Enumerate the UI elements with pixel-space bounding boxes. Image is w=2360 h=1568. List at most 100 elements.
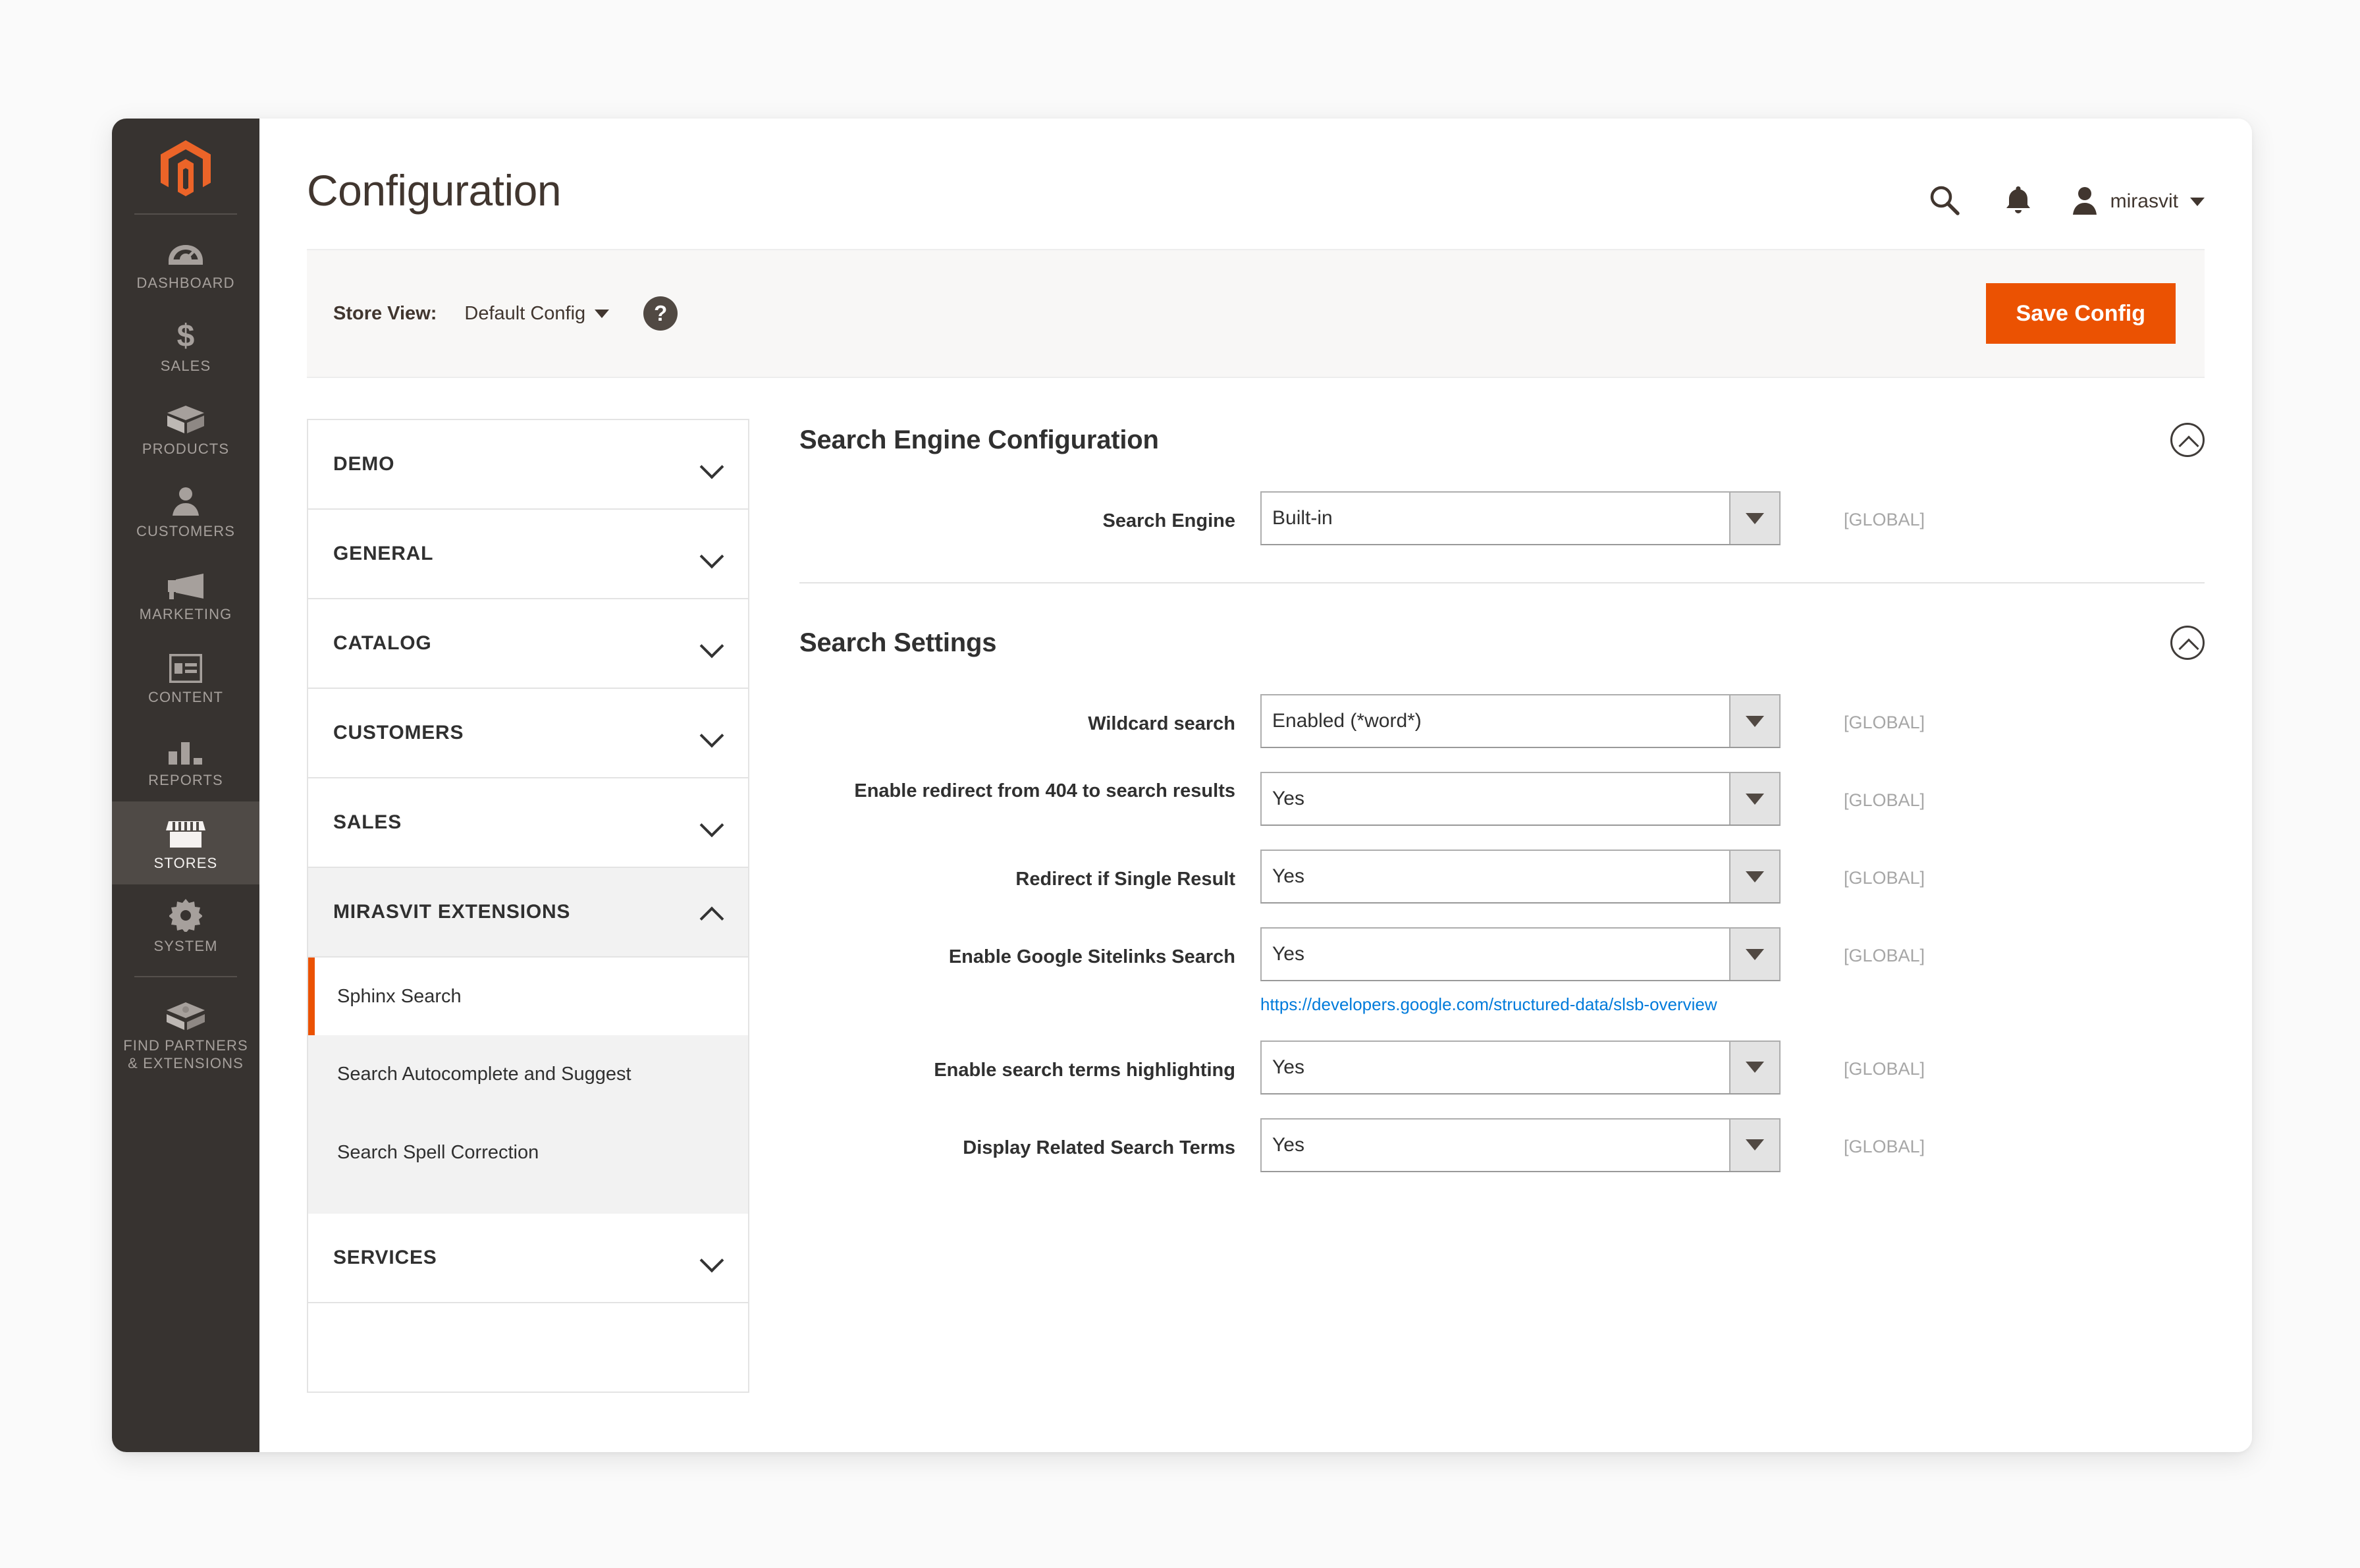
sidebar-item-label: FIND PARTNERS & EXTENSIONS: [123, 1037, 248, 1072]
sidebar-item-products[interactable]: PRODUCTS: [112, 387, 259, 470]
sidebar-item-system[interactable]: SYSTEM: [112, 884, 259, 967]
chevron-down-icon: [701, 1247, 723, 1269]
notifications-button[interactable]: [1981, 175, 2055, 228]
config-subitem-sphinx-search[interactable]: Sphinx Search: [308, 958, 748, 1036]
field-label: Enable Google Sitelinks Search: [948, 946, 1235, 967]
dollar-sign-icon: $: [116, 317, 255, 352]
field-row-enable-search-terms-highlighting: Enable search terms highlighting Yes [GL…: [799, 1040, 2205, 1095]
store-view-bar: Store View: Default Config ? Save Config: [307, 249, 2205, 378]
redirect-single-result-select[interactable]: Yes: [1260, 850, 1781, 904]
field-row-wildcard-search: Wildcard search Enabled (*word*) [GLOBAL…: [799, 694, 2205, 748]
layout-icon: [116, 649, 255, 684]
header-actions: mirasvit: [1908, 157, 2205, 228]
config-section-services[interactable]: SERVICES: [308, 1213, 748, 1303]
field-scope: [GLOBAL]: [1844, 1136, 1925, 1156]
config-section-demo[interactable]: DEMO: [308, 420, 748, 510]
config-section-label: GENERAL: [333, 543, 434, 564]
config-section-label: SERVICES: [333, 1246, 437, 1268]
fieldset-body: Wildcard search Enabled (*word*) [GLOBAL…: [799, 660, 2205, 1172]
megaphone-icon: [116, 566, 255, 600]
fieldset-title: Search Engine Configuration: [799, 425, 1159, 454]
chevron-down-icon: [595, 309, 610, 318]
field-label: Enable search terms highlighting: [934, 1059, 1235, 1081]
config-section-label: DEMO: [333, 453, 395, 475]
field-control: Built-in: [1260, 491, 1781, 545]
config-subitem-label: Sphinx Search: [337, 986, 462, 1007]
chevron-up-circle-icon[interactable]: [2170, 423, 2205, 457]
sidebar-item-find-partners-extensions[interactable]: FIND PARTNERS & EXTENSIONS: [112, 984, 259, 1085]
field-label: Enable redirect from 404 to search resul…: [854, 780, 1235, 801]
gear-icon: [116, 898, 255, 932]
config-section-catalog[interactable]: CATALOG: [308, 599, 748, 689]
section-divider: [799, 582, 2205, 583]
chevron-down-icon: [1729, 1041, 1779, 1093]
field-control: Yes: [1260, 1118, 1781, 1172]
sidebar-item-label: CUSTOMERS: [136, 523, 236, 540]
config-section-mirasvit-extensions[interactable]: MIRASVIT EXTENSIONS: [308, 868, 748, 958]
save-config-button[interactable]: Save Config: [1985, 283, 2176, 344]
field-control: Yes https://developers.google.com/struct…: [1260, 927, 1781, 1017]
person-icon: [116, 483, 255, 517]
main-region: Configuration mirasvit Store View: Defau…: [259, 119, 2252, 1452]
sidebar-item-stores[interactable]: STORES: [112, 801, 259, 884]
config-navigation: DEMO GENERAL CATALOG CUSTOMERS SALES MIR…: [307, 419, 749, 1393]
sidebar-item-dashboard[interactable]: DASHBOARD: [112, 221, 259, 304]
page-header: Configuration mirasvit: [259, 119, 2252, 249]
sidebar-item-marketing[interactable]: MARKETING: [112, 553, 259, 635]
config-section-general[interactable]: GENERAL: [308, 510, 748, 599]
chevron-down-icon: [1729, 929, 1779, 980]
field-scope: [GLOBAL]: [1844, 790, 1925, 810]
field-scope: [GLOBAL]: [1844, 868, 1925, 888]
field-scope: [GLOBAL]: [1844, 946, 1925, 965]
field-label: Redirect if Single Result: [1015, 869, 1235, 890]
search-engine-select[interactable]: Built-in: [1260, 491, 1781, 545]
sidebar-item-label: STORES: [153, 854, 218, 871]
select-value: Yes: [1272, 788, 1304, 809]
select-value: Yes: [1272, 865, 1304, 887]
config-section-label: SALES: [333, 811, 402, 833]
config-subitem-label: Search Spell Correction: [337, 1141, 539, 1163]
sidebar-item-reports[interactable]: REPORTS: [112, 718, 259, 801]
sidebar-item-sales[interactable]: $ SALES: [112, 304, 259, 387]
sidebar-item-label: REPORTS: [148, 771, 223, 788]
fieldset-header[interactable]: Search Engine Configuration: [799, 419, 2205, 457]
field-row-search-engine: Search Engine Built-in [GLOBAL]: [799, 491, 2205, 545]
search-button[interactable]: [1908, 175, 1981, 228]
config-section-customers[interactable]: CUSTOMERS: [308, 689, 748, 778]
google-sitelinks-select[interactable]: Yes: [1260, 927, 1781, 981]
chevron-down-icon: [1729, 851, 1779, 902]
help-icon[interactable]: ?: [643, 296, 678, 331]
field-scope: [GLOBAL]: [1844, 1058, 1925, 1079]
select-value: Yes: [1272, 1133, 1304, 1156]
config-subitem-search-spell-correction[interactable]: Search Spell Correction: [308, 1114, 748, 1191]
magento-logo[interactable]: [112, 133, 259, 204]
field-row-redirect-if-single-result: Redirect if Single Result Yes [GLOBAL]: [799, 850, 2205, 904]
search-terms-highlighting-select[interactable]: Yes: [1260, 1040, 1781, 1095]
sidebar-item-customers[interactable]: CUSTOMERS: [112, 470, 259, 553]
partners-box-icon: [116, 997, 255, 1031]
config-section-sales[interactable]: SALES: [308, 778, 748, 868]
store-view-switcher[interactable]: Default Config: [464, 302, 610, 325]
fieldset-header[interactable]: Search Settings: [799, 622, 2205, 660]
nav-divider-lower: [134, 976, 237, 978]
chevron-down-icon: [1729, 773, 1779, 825]
field-label: Display Related Search Terms: [963, 1137, 1235, 1158]
field-control: Enabled (*word*): [1260, 694, 1781, 748]
config-subsection-list: Sphinx Search Search Autocomplete and Su…: [308, 958, 748, 1214]
store-view-value: Default Config: [464, 302, 586, 324]
field-control: Yes: [1260, 1040, 1781, 1095]
bar-chart-icon: [116, 732, 255, 766]
field-label: Search Engine: [1102, 510, 1235, 531]
google-sitelinks-doc-link[interactable]: https://developers.google.com/structured…: [1260, 981, 1781, 1017]
enable-redirect-404-select[interactable]: Yes: [1260, 772, 1781, 826]
display-related-search-terms-select[interactable]: Yes: [1260, 1118, 1781, 1172]
config-subitem-search-autocomplete-and-suggest[interactable]: Search Autocomplete and Suggest: [308, 1035, 748, 1113]
config-section-partial-next[interactable]: [308, 1303, 748, 1393]
admin-user-menu[interactable]: mirasvit: [2055, 186, 2205, 218]
config-section-label: CATALOG: [333, 632, 432, 654]
wildcard-search-select[interactable]: Enabled (*word*): [1260, 694, 1781, 748]
sidebar-item-content[interactable]: CONTENT: [112, 635, 259, 718]
chevron-down-icon: [1729, 1119, 1779, 1171]
chevron-up-circle-icon[interactable]: [2170, 626, 2205, 660]
chevron-down-icon: [701, 632, 723, 655]
